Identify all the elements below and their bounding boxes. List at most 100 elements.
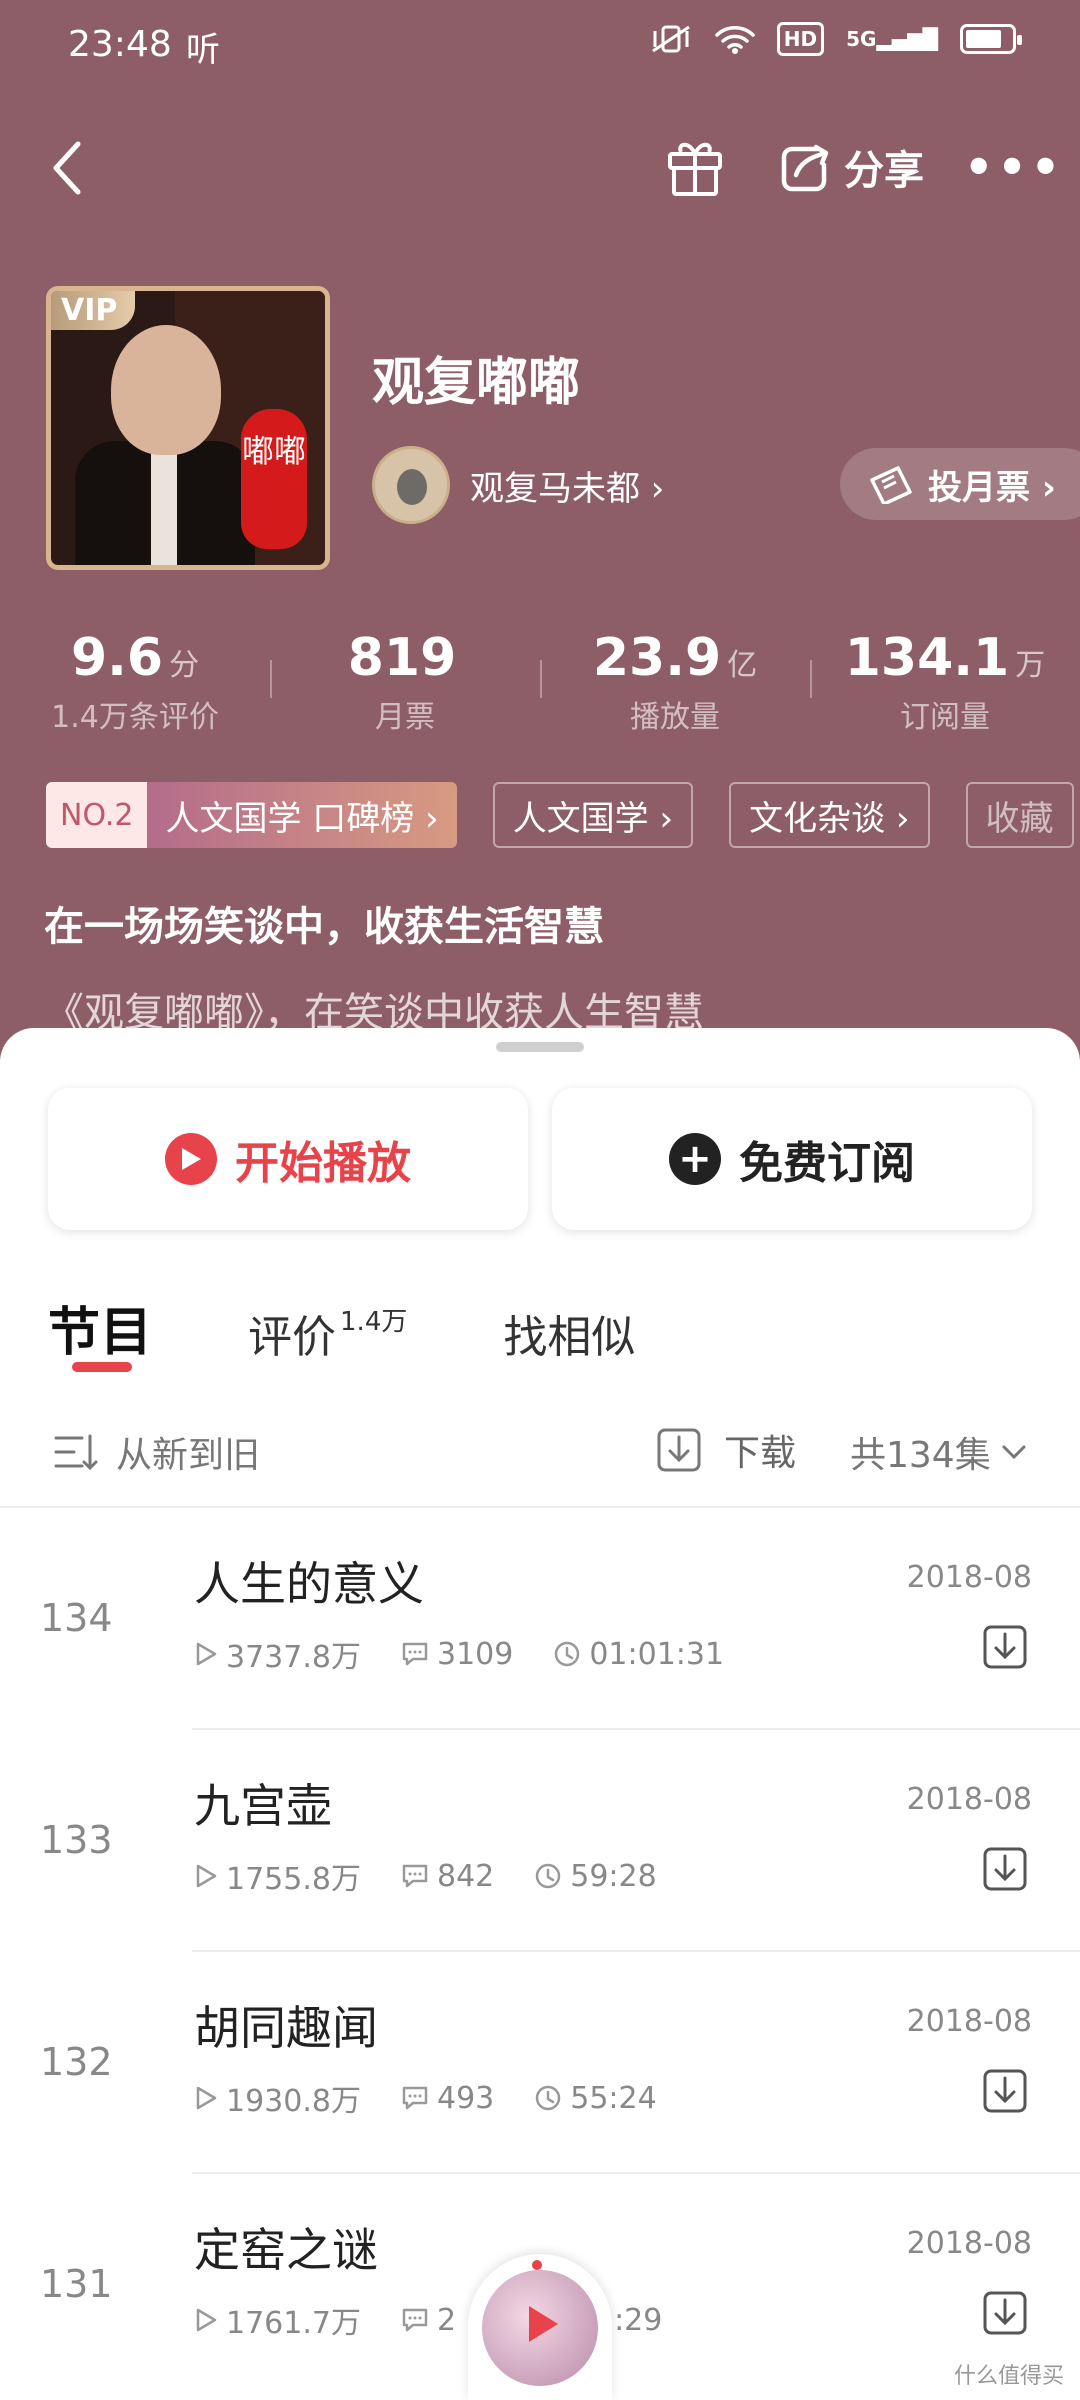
category-tag[interactable]: 人文国学 › [492, 782, 694, 848]
clock-icon [536, 2085, 561, 2111]
episode-meta: 1755.8万 842 59:28 [194, 1854, 697, 1898]
start-play-button[interactable]: 开始播放 [48, 1088, 528, 1230]
clock-icon [555, 1641, 580, 1667]
more-icon[interactable]: ••• [964, 140, 1064, 194]
share-icon [781, 144, 829, 192]
list-toolbar: 从新到旧 下载 共134集 [0, 1416, 1080, 1492]
play-icon [529, 2306, 558, 2342]
stat-monthly-tickets: 819 月票 [270, 628, 540, 736]
comment-icon [402, 2308, 428, 2332]
ting-app-icon: 听 [186, 30, 220, 70]
monthly-ticket-label: 投月票 › [928, 467, 1056, 508]
play-count: 1755.8万 [226, 1862, 361, 1897]
tab-label: 节目 [48, 1303, 153, 1363]
stat-value: 134.1 [844, 628, 1010, 688]
download-button[interactable]: 下载 [656, 1424, 796, 1476]
category-tag[interactable]: 收藏 [965, 782, 1074, 848]
mini-player[interactable] [468, 2254, 612, 2400]
tab-bar: 节目 评价 1.4万 找相似 [48, 1290, 635, 1365]
start-play-label: 开始播放 [235, 1138, 411, 1189]
download-icon[interactable] [982, 2068, 1028, 2114]
ranking-tag[interactable]: NO.2 人文国学 口碑榜 › [46, 782, 457, 848]
mute-vibrate-icon [651, 25, 690, 53]
sort-label: 从新到旧 [116, 1435, 261, 1476]
episode-duration: :29 [614, 2302, 663, 2338]
tab-similar[interactable]: 找相似 [503, 1301, 635, 1365]
play-count: 3737.8万 [226, 1640, 361, 1675]
drag-handle[interactable] [496, 1042, 584, 1052]
stat-label: 月票 [375, 700, 435, 735]
download-icon[interactable] [982, 2290, 1028, 2336]
ranking-number: NO.2 [46, 782, 148, 848]
podcast-slogan: 在一场场笑谈中，收获生活智慧 [44, 904, 604, 950]
hd-badge: HD [776, 22, 825, 56]
stat-label: 播放量 [630, 700, 720, 735]
gift-icon[interactable] [664, 136, 726, 198]
play-count-icon [196, 1864, 217, 1888]
ranking-name: 人文国学 口碑榜 › [147, 782, 457, 848]
stat-subscriptions: 134.1 万 订阅量 [810, 628, 1080, 736]
comment-count: 493 [436, 2080, 495, 2116]
episode-title: 人生的意义 [194, 1557, 424, 1611]
episode-duration: 55:24 [570, 2080, 657, 2116]
stat-unit: 分 [169, 648, 200, 683]
status-bar: 23:48 听 HD 5G▂▄▆█ [0, 0, 1080, 96]
tab-label: 评价 [248, 1312, 337, 1363]
episode-row[interactable]: 133 九宫壶 2018-08 1755.8万 842 59:28 [0, 1730, 1080, 1952]
tag-row: NO.2 人文国学 口碑榜 › 人文国学 › 文化杂谈 › 收藏 [46, 782, 1074, 848]
episode-number: 133 [40, 1818, 113, 1862]
episode-number: 132 [40, 2040, 113, 2084]
episode-count-label: 共134集 [850, 1435, 991, 1476]
status-icons: HD 5G▂▄▆█ [649, 22, 1022, 56]
plus-icon: + [669, 1133, 721, 1185]
progress-dot [532, 2260, 542, 2270]
watermark: 什么值得买 [953, 2364, 1064, 2389]
battery-icon [960, 24, 1022, 54]
share-button[interactable]: 分享 [776, 138, 924, 196]
play-count-icon [196, 2308, 217, 2332]
episode-row[interactable]: 132 胡同趣闻 2018-08 1930.8万 493 55:24 [0, 1952, 1080, 2174]
back-icon[interactable] [44, 136, 92, 200]
download-icon[interactable] [982, 1624, 1028, 1670]
download-icon[interactable] [982, 1846, 1028, 1892]
author-link[interactable]: 观复马未都 › [372, 446, 664, 524]
comment-icon [402, 1642, 428, 1666]
chevron-down-icon [1002, 1445, 1026, 1460]
download-icon [657, 1428, 701, 1472]
share-label: 分享 [844, 148, 924, 194]
episode-duration: 01:01:31 [589, 1636, 725, 1672]
episode-number: 134 [40, 1596, 113, 1640]
podcast-cover: 嘟嘟 VIP [46, 286, 330, 570]
stat-label: 1.4万条评价 [51, 700, 219, 735]
signal-icon: 5G▂▄▆█ [846, 27, 938, 51]
tab-reviews[interactable]: 评价 1.4万 [248, 1301, 407, 1365]
cover-seal-text: 嘟嘟 [241, 409, 307, 549]
subscribe-button[interactable]: + 免费订阅 [552, 1088, 1032, 1230]
episode-sheet: 开始播放 + 免费订阅 节目 评价 1.4万 找相似 从新到旧 下载 共134集 … [0, 1028, 1080, 2400]
episode-row[interactable]: 134 人生的意义 2018-08 3737.8万 3109 01:01:31 [0, 1508, 1080, 1730]
stat-unit: 亿 [727, 648, 758, 683]
author-name: 观复马未都 › [470, 468, 665, 509]
author-avatar [372, 446, 450, 524]
episode-duration: 59:28 [570, 1858, 657, 1894]
monthly-ticket-button[interactable]: 投月票 › [840, 448, 1080, 520]
stat-rating[interactable]: 9.6 分 1.4万条评价 [0, 628, 270, 736]
episode-title: 胡同趣闻 [194, 2001, 378, 2055]
play-icon [165, 1133, 217, 1185]
tab-review-count: 1.4万 [340, 1307, 408, 1337]
sort-icon [54, 1434, 98, 1471]
episode-count-selector[interactable]: 共134集 [850, 1426, 1027, 1478]
stat-value: 23.9 [592, 628, 722, 688]
stat-plays: 23.9 亿 播放量 [540, 628, 810, 736]
episode-date: 2018-08 [906, 1782, 1032, 1817]
comment-count: 2 [436, 2302, 457, 2338]
stat-value: 819 [347, 628, 457, 688]
stat-value: 9.6 [70, 628, 164, 688]
stats-row: 9.6 分 1.4万条评价 819 月票 23.9 亿 播放量 134.1 万 订阅量 [0, 628, 1080, 736]
episode-title: 九宫壶 [194, 1779, 332, 1833]
category-tag[interactable]: 文化杂谈 › [729, 782, 930, 848]
episode-title: 定窑之谜 [194, 2223, 378, 2277]
tab-episodes[interactable]: 节目 [48, 1290, 152, 1365]
sort-button[interactable]: 从新到旧 [52, 1426, 260, 1478]
comment-icon [402, 1864, 428, 1888]
